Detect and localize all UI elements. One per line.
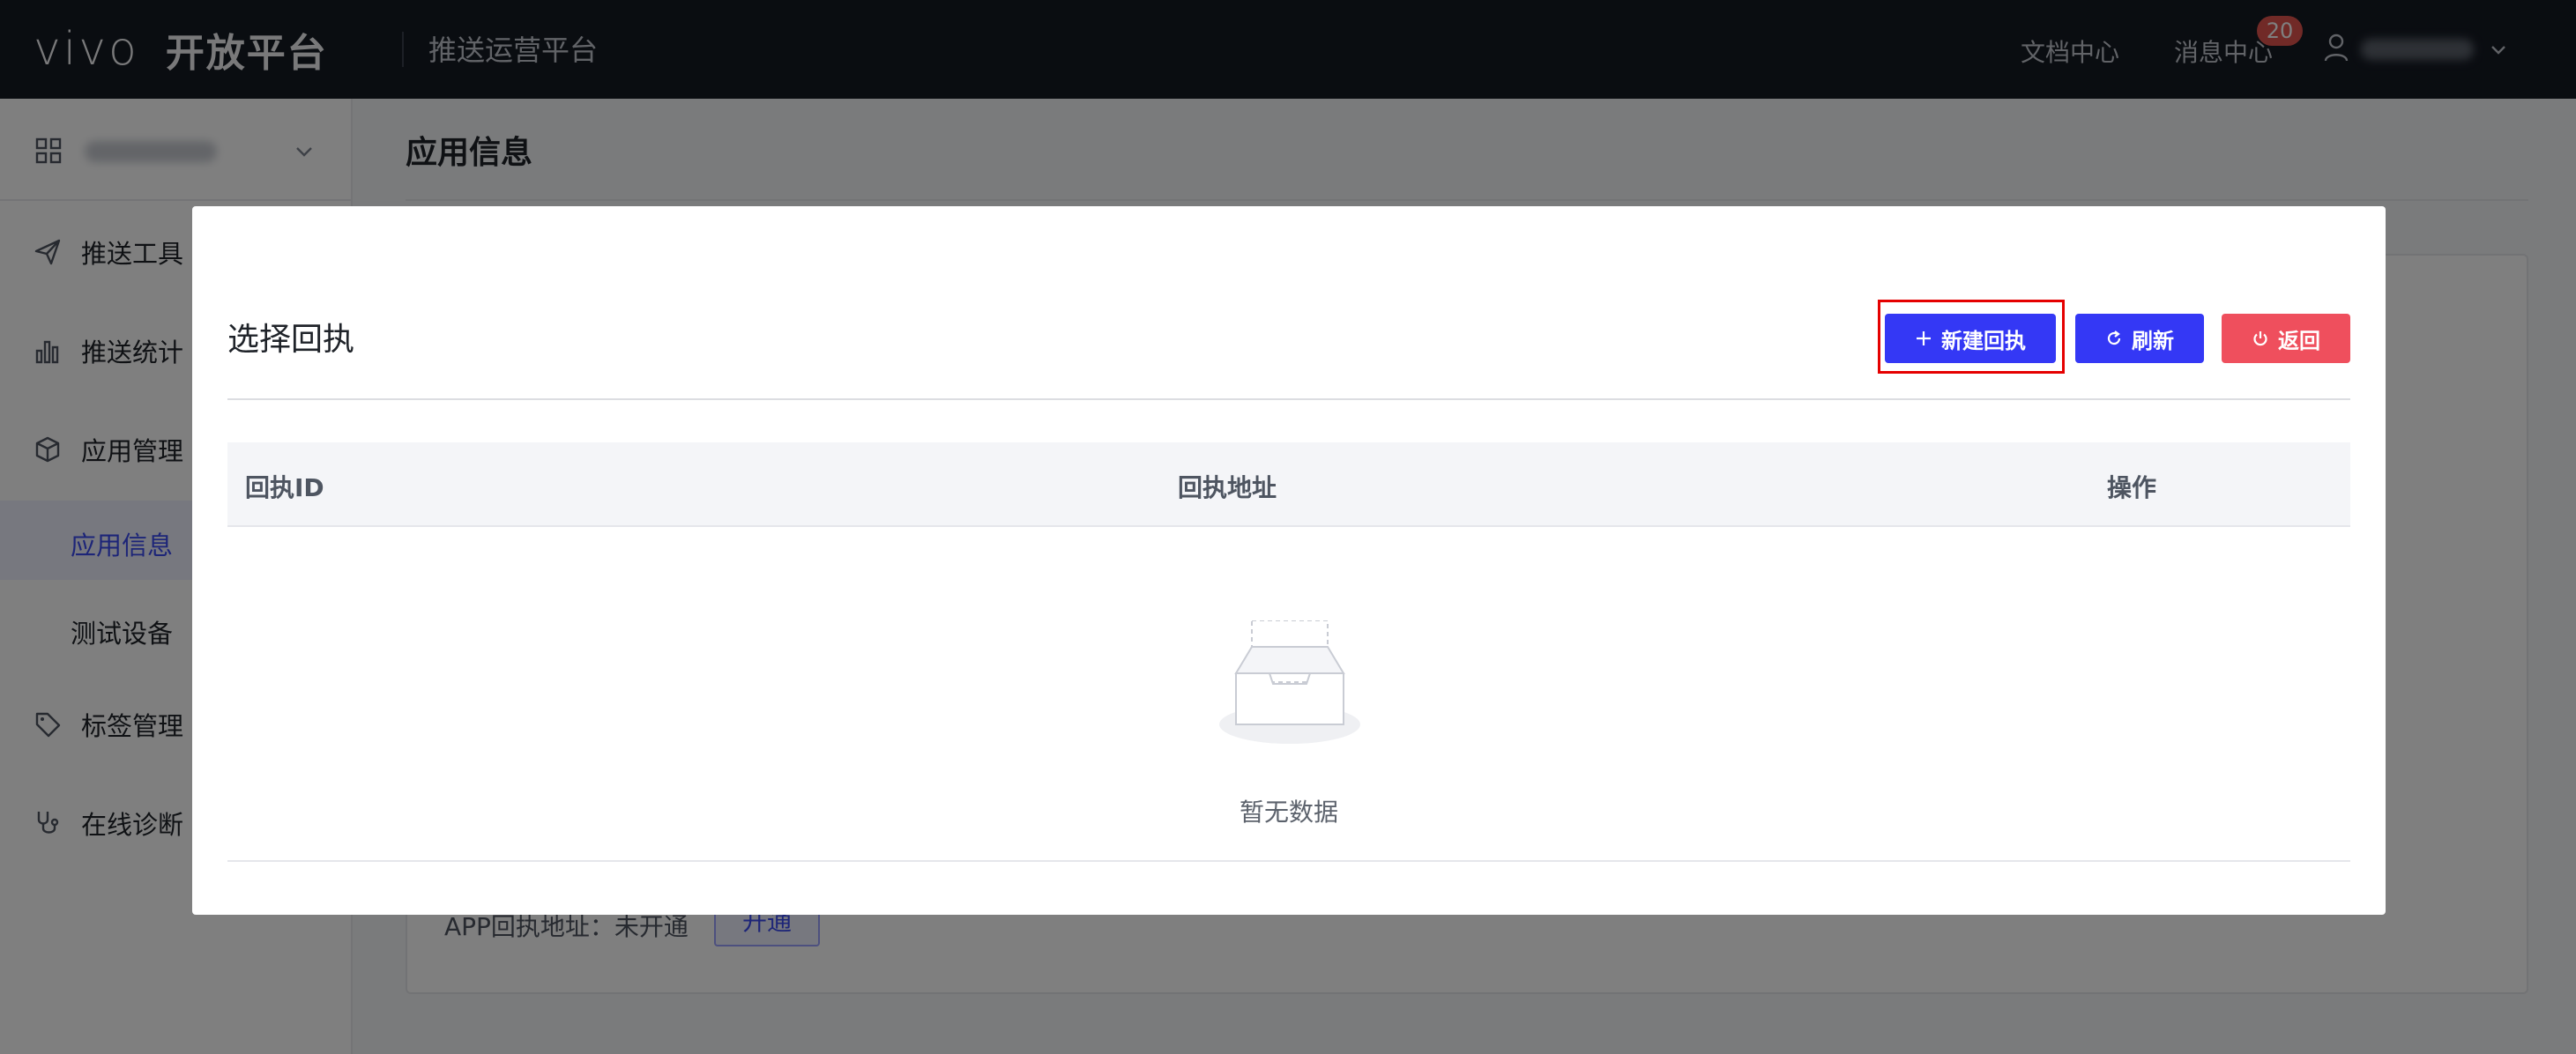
dialog-header-divider [227, 398, 2350, 400]
plus-icon [1917, 331, 1931, 345]
refresh-button[interactable]: 刷新 [2075, 314, 2204, 363]
power-icon [2253, 331, 2267, 346]
refresh-icon [2107, 330, 2121, 345]
select-callback-dialog: 选择回执 新建回执 刷新 返回 回执ID 回执地址 操作 暂无数据 [192, 206, 2386, 915]
table-bottom-divider [227, 860, 2350, 862]
new-callback-button[interactable]: 新建回执 [1885, 314, 2056, 363]
column-header-callback-url[interactable]: 回执地址 [1178, 469, 1277, 504]
table-header: 回执ID 回执地址 操作 [227, 442, 2350, 527]
new-callback-label: 新建回执 [1941, 329, 2026, 353]
back-button[interactable]: 返回 [2222, 314, 2350, 363]
column-header-callback-id[interactable]: 回执ID [245, 469, 324, 504]
column-header-actions[interactable]: 操作 [2107, 469, 2156, 504]
empty-box-icon [1219, 620, 1360, 744]
refresh-label: 刷新 [2132, 329, 2174, 353]
dialog-title: 选择回执 [227, 322, 355, 358]
back-label: 返回 [2278, 329, 2320, 353]
empty-state-text: 暂无数据 [1239, 798, 1338, 827]
